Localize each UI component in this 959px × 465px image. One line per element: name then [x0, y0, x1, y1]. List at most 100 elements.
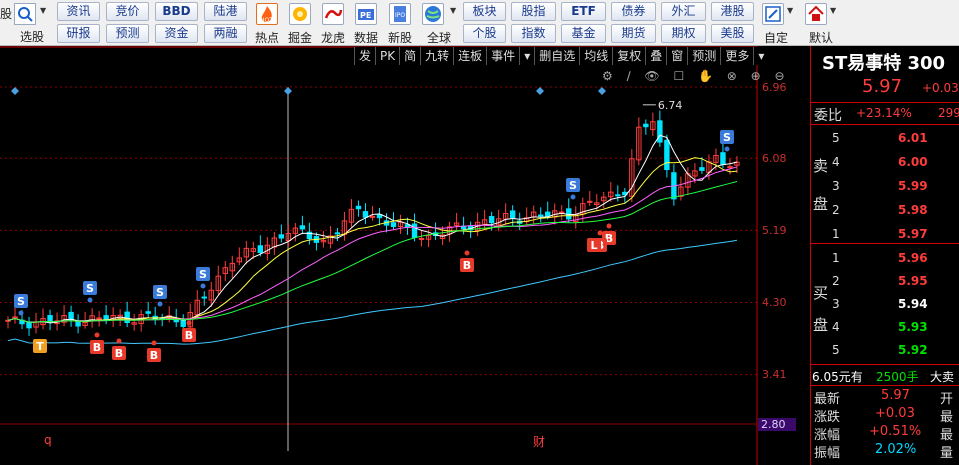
dragon-icon[interactable] — [322, 3, 344, 25]
candle — [5, 319, 11, 322]
default-label[interactable]: 默认 — [809, 29, 833, 46]
svg-text:IPO: IPO — [395, 12, 405, 19]
weibi-label: 委比 — [814, 108, 842, 124]
candle — [615, 194, 621, 197]
data-label[interactable]: 数据 — [354, 29, 378, 46]
chart-tab[interactable]: 事件 — [486, 47, 519, 65]
book-price[interactable]: 5.94 — [898, 297, 928, 311]
ipo-label[interactable]: 新股 — [388, 29, 412, 46]
chart-tab[interactable]: 删自选 — [534, 47, 579, 65]
book-price[interactable]: 6.00 — [898, 155, 928, 169]
divider — [811, 124, 959, 125]
book-price[interactable]: 5.99 — [898, 179, 928, 193]
us-stock-button[interactable]: 美股 — [711, 24, 754, 43]
chart-tab[interactable]: 预测 — [687, 47, 720, 65]
gold-icon[interactable] — [289, 3, 311, 25]
stat-label: 涨幅 — [814, 428, 841, 443]
divider — [811, 102, 959, 103]
signal-dot — [724, 146, 730, 152]
book-price[interactable]: 6.01 — [898, 131, 928, 145]
research-button[interactable]: 研报 — [57, 24, 100, 43]
bond-button[interactable]: 债券 — [611, 2, 656, 21]
chart-tab[interactable]: 连板 — [453, 47, 486, 65]
news-button[interactable]: 资讯 — [57, 2, 100, 21]
book-level: 3 — [832, 179, 840, 193]
chevron-down-icon[interactable]: ▼ — [40, 6, 46, 15]
chart-tab[interactable]: 复权 — [612, 47, 645, 65]
chart-tabbar: 发 PK 简九转 连板 事件 ▾ 删自选 均线 复权叠窗预测 更多 ▾ — [354, 47, 769, 65]
hk-connect-button[interactable]: 陆港 — [204, 2, 247, 21]
chevron-down-icon[interactable]: ▼ — [830, 6, 836, 15]
index-futures-button[interactable]: 股指 — [511, 2, 556, 21]
custom-icon[interactable] — [762, 3, 784, 25]
candle — [75, 321, 81, 327]
bbd-button[interactable]: BBD — [155, 2, 198, 21]
candle — [509, 210, 516, 219]
signal-dot — [151, 340, 157, 346]
gold-label[interactable]: 掘金 — [288, 29, 312, 46]
home-icon[interactable] — [805, 3, 827, 25]
chevron-down-icon[interactable]: ▼ — [787, 6, 793, 15]
chart-tab[interactable]: 更多 — [720, 47, 753, 65]
margin-button[interactable]: 两融 — [204, 24, 247, 43]
book-price[interactable]: 5.97 — [898, 227, 928, 241]
pe-data-icon[interactable]: PE — [355, 3, 377, 25]
chart-tab[interactable]: 发 — [354, 47, 375, 65]
options-button[interactable]: 期权 — [661, 24, 706, 43]
book-price[interactable]: 5.93 — [898, 320, 928, 334]
sell-signal-text: S — [723, 131, 731, 144]
sell-side-label-1: 卖 — [813, 157, 829, 175]
forecast-button[interactable]: 预测 — [106, 24, 149, 43]
hot-label[interactable]: 热点 — [255, 29, 279, 46]
divider — [811, 243, 959, 244]
stock-button[interactable]: 个股 — [463, 24, 506, 43]
etf-button[interactable]: ETF — [561, 2, 606, 21]
chart-tab[interactable]: 九转 — [420, 47, 453, 65]
chart-tab[interactable]: 均线 — [579, 47, 612, 65]
custom-label[interactable]: 自定 — [764, 29, 788, 46]
candle — [488, 216, 495, 224]
funds-button[interactable]: 资金 — [155, 24, 198, 43]
sector-button[interactable]: 板块 — [463, 2, 506, 21]
weicha-value: 299 — [938, 106, 959, 120]
globe-icon[interactable] — [422, 3, 444, 25]
hk-stock-button[interactable]: 港股 — [711, 2, 754, 21]
buy-signal-text: B — [115, 347, 123, 360]
kline-chart[interactable]: 6.74SSSSSSBBBBBBBTL — [0, 46, 810, 465]
book-price[interactable]: 5.98 — [898, 203, 928, 217]
buy-signal-text: B — [185, 329, 193, 342]
auction-button[interactable]: 竞价 — [106, 2, 149, 21]
book-price[interactable]: 5.92 — [898, 343, 928, 357]
chart-tab[interactable]: 窗 — [666, 47, 687, 65]
hot-icon[interactable]: HOT — [256, 3, 278, 25]
dragon-label[interactable]: 龙虎 — [321, 29, 345, 46]
fund-button[interactable]: 基金 — [561, 24, 606, 43]
futures-button[interactable]: 期货 — [611, 24, 656, 43]
stat-value: +0.03 — [875, 406, 915, 421]
big-order-qty: 2500手 — [876, 370, 919, 384]
buy-signal-text: B — [93, 341, 101, 354]
book-price[interactable]: 5.96 — [898, 251, 928, 265]
candle — [418, 237, 425, 240]
select-stock-icon[interactable] — [14, 3, 36, 25]
stock-left-label[interactable]: 股 — [0, 5, 12, 22]
stat-label: 振幅 — [814, 446, 841, 461]
index-button[interactable]: 指数 — [511, 24, 556, 43]
ipo-icon[interactable]: IPO — [389, 3, 411, 25]
select-stock-label[interactable]: 选股 — [20, 28, 44, 45]
chart-tab[interactable]: PK — [375, 47, 399, 65]
signal-dot — [200, 283, 206, 289]
chart-tab[interactable]: 叠 — [645, 47, 666, 65]
chart-tab[interactable]: ▾ — [753, 47, 768, 65]
bottom-marker-q: q — [44, 433, 52, 447]
chevron-down-icon[interactable]: ▼ — [450, 6, 456, 15]
axis-label: 5.19 — [762, 224, 787, 237]
chart-tab[interactable]: 简 — [399, 47, 420, 65]
forex-button[interactable]: 外汇 — [661, 2, 706, 21]
t-signal-text: T — [36, 340, 44, 353]
buy-signal-text: B — [150, 349, 158, 362]
axis-label-current: 2.80 — [758, 418, 796, 431]
chart-tab[interactable]: ▾ — [519, 47, 534, 65]
book-price[interactable]: 5.95 — [898, 274, 928, 288]
global-label[interactable]: 全球 — [427, 29, 451, 46]
